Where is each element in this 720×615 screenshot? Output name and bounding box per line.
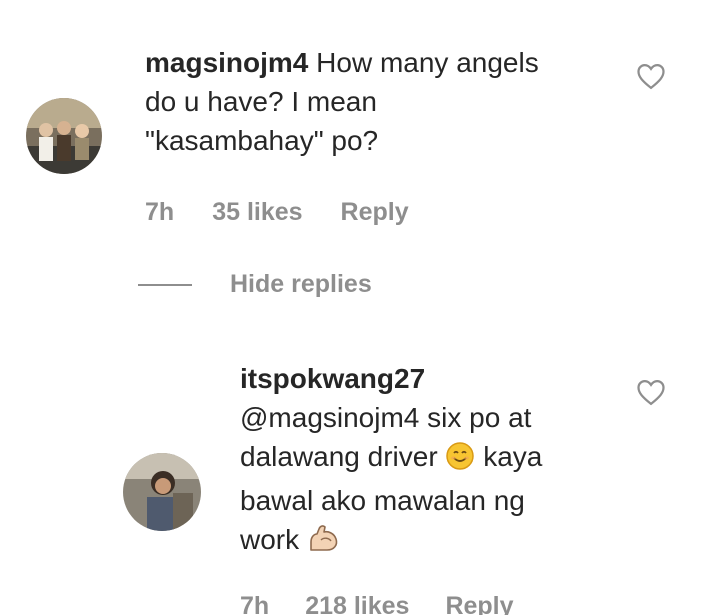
comment-reply-button[interactable]: Reply: [341, 198, 409, 227]
avatar-magsinojm4[interactable]: [26, 98, 102, 174]
smiling-face-emoji: [445, 441, 475, 481]
divider-line: [138, 283, 192, 286]
reply-reply-button[interactable]: Reply: [445, 592, 513, 615]
reply-text-line: @magsinojm4 six po at: [240, 402, 532, 433]
reply-text-line: bawal ako mawalan ng: [240, 485, 525, 516]
comments-thread: magsinojm4 How many angels do u have? I …: [0, 0, 720, 615]
reply-meta: 7h 218 likes Reply: [240, 592, 514, 615]
comment-text-line: do u have? I mean: [145, 86, 377, 117]
heart-icon[interactable]: [636, 62, 666, 90]
reply-time[interactable]: 7h: [240, 592, 269, 615]
reply-likes[interactable]: 218 likes: [305, 592, 409, 615]
flexed-biceps-emoji: [307, 522, 341, 564]
reply-body: itspokwang27 @magsinojm4 six po at dalaw…: [240, 359, 542, 564]
hide-replies-button[interactable]: Hide replies: [138, 270, 372, 299]
avatar-itspokwang27[interactable]: [123, 453, 201, 531]
reply-text-line: dalawang driver: [240, 441, 438, 472]
comment-text-line: "kasambahay" po?: [145, 125, 379, 156]
comment-likes[interactable]: 35 likes: [212, 198, 302, 227]
reply-username[interactable]: itspokwang27: [240, 363, 425, 394]
comment-meta: 7h 35 likes Reply: [145, 198, 409, 227]
comment-username[interactable]: magsinojm4: [145, 47, 308, 78]
reply-text-line: kaya: [483, 441, 543, 472]
reply-text-line: work: [240, 524, 300, 555]
comment-time[interactable]: 7h: [145, 198, 174, 227]
hide-replies-label: Hide replies: [230, 270, 372, 298]
comment-body: magsinojm4 How many angels do u have? I …: [145, 43, 539, 160]
heart-icon[interactable]: [636, 378, 666, 406]
comment-text-line: How many angels: [316, 47, 539, 78]
